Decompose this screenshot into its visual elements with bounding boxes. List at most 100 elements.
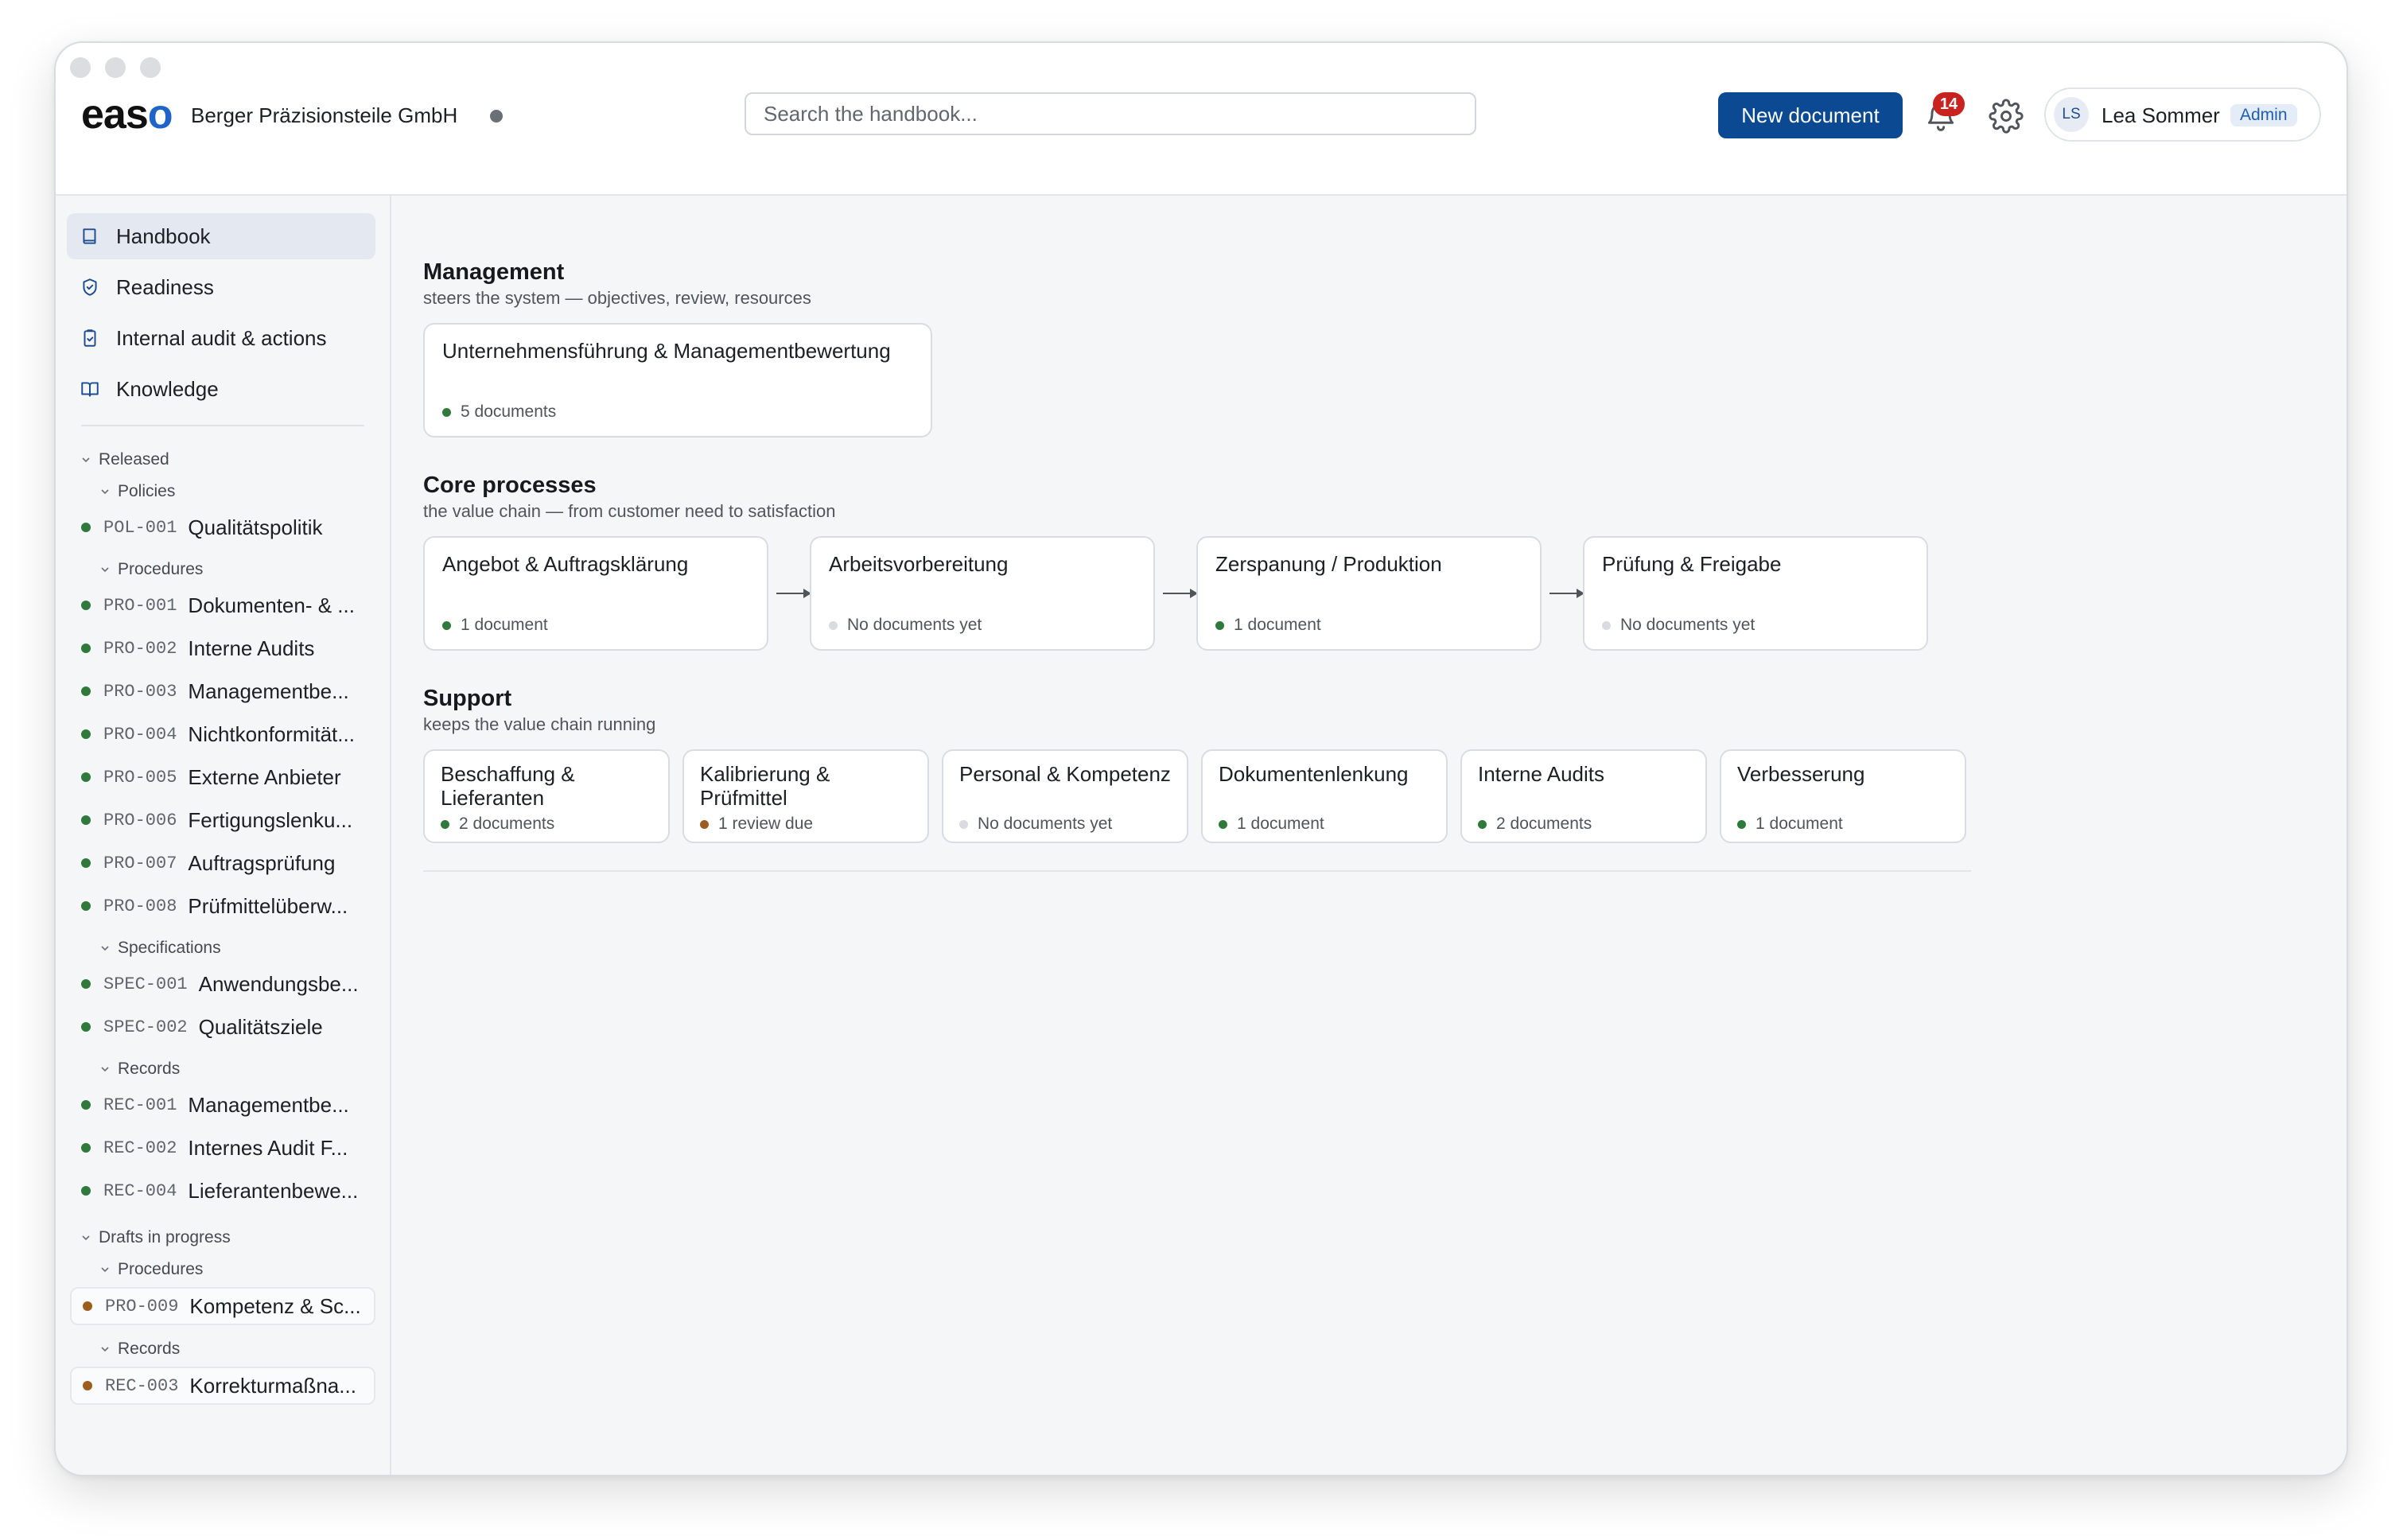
sidebar-item-readiness[interactable]: Readiness [67,264,375,310]
status-dot [700,819,709,829]
doc-item-rec-001[interactable]: REC-001 Managementbe... [70,1087,375,1123]
doc-item-spec-001[interactable]: SPEC-001 Anwendungsbe... [70,966,375,1002]
subgroup-policies[interactable]: Policies [100,482,175,501]
chevron-down-icon [82,1235,90,1241]
card-title: Interne Audits [1478,762,1604,786]
doc-code: SPEC-002 [103,1017,188,1037]
user-menu[interactable]: LS Lea Sommer Admin [2044,88,2321,142]
doc-item-pro-008[interactable]: PRO-008 Prüfmittelüberw... [70,888,375,924]
doc-code: PRO-007 [103,853,177,873]
doc-code: SPEC-001 [103,974,188,994]
process-card-core-2[interactable]: Arbeitsvorbereitung No documents yet [810,536,1155,651]
process-card-support-1[interactable]: Beschaffung & Lieferanten 2 documents [423,749,670,843]
doc-name: Kompetenz & Sc... [189,1293,361,1318]
sidebar-item-knowledge[interactable]: Knowledge [67,366,375,412]
process-card-support-2[interactable]: Kalibrierung & Prüfmittel 1 review due [682,749,929,843]
status-dot [1215,620,1224,630]
section-title-management: Management [423,259,565,285]
card-status: 5 documents [442,402,556,422]
minimize-window-button[interactable] [105,57,126,78]
zoom-window-button[interactable] [140,57,161,78]
subgroup-specifications[interactable]: Specifications [100,939,221,958]
card-title: Unternehmensführung & Managementbewertun… [442,339,891,363]
doc-code: REC-004 [103,1180,177,1201]
doc-code: REC-003 [105,1375,179,1396]
card-title: Kalibrierung & Prüfmittel [700,762,830,810]
card-status: 1 document [1219,815,1324,834]
subgroup-procedures[interactable]: Procedures [100,560,203,579]
new-document-button[interactable]: New document [1718,92,1903,138]
search-input[interactable] [746,94,1475,134]
gear-icon[interactable] [1989,99,2024,134]
doc-name: Korrekturmaßna... [189,1373,356,1398]
status-dot [441,819,449,829]
doc-item-rec-003[interactable]: REC-003 Korrekturmaßna... [70,1367,375,1405]
doc-name: Internes Audit F... [188,1135,348,1160]
section-divider [423,870,1971,872]
card-status: 1 document [1737,815,1843,834]
process-card-management[interactable]: Unternehmensführung & Managementbewertun… [423,323,932,438]
doc-item-pro-002[interactable]: PRO-002 Interne Audits [70,630,375,667]
status-dot [81,979,91,989]
card-status: 1 review due [700,815,813,834]
doc-item-pro-007[interactable]: PRO-007 Auftragsprüfung [70,845,375,881]
card-title: Personal & Kompetenz [959,762,1171,786]
top-bar: easo Berger Präzisionsteile GmbH New doc… [56,43,2347,196]
clipboard-check-icon [84,329,96,347]
process-card-core-4[interactable]: Prüfung & Freigabe No documents yet [1583,536,1928,651]
close-window-button[interactable] [70,57,91,78]
app-window: easo Berger Präzisionsteile GmbH New doc… [54,41,2348,1476]
doc-item-pol-001[interactable]: POL-001 Qualitätspolitik [70,509,375,546]
doc-item-rec-002[interactable]: REC-002 Internes Audit F... [70,1130,375,1166]
search-box[interactable] [745,92,1476,135]
chevron-down-icon [101,946,109,951]
status-dot [1478,819,1487,829]
sidebar: Handbook Readiness Internal audit & acti… [56,196,391,1475]
doc-item-rec-004[interactable]: REC-004 Lieferantenbewe... [70,1172,375,1209]
group-drafts[interactable]: Drafts in progress [81,1228,231,1247]
status-dot [81,686,91,696]
section-title-support: Support [423,686,512,711]
subgroup-draft-procedures[interactable]: Procedures [100,1260,203,1279]
doc-item-pro-004[interactable]: PRO-004 Nichtkonformität... [70,716,375,752]
process-card-core-3[interactable]: Zerspanung / Produktion 1 document [1196,536,1542,651]
sidebar-item-label: Internal audit & actions [116,325,327,350]
doc-item-pro-003[interactable]: PRO-003 Managementbe... [70,673,375,710]
subgroup-draft-records[interactable]: Records [100,1340,180,1359]
arrow-right-icon [776,589,811,598]
company-name: Berger Präzisionsteile GmbH [191,103,458,127]
user-name: Lea Sommer [2102,103,2220,127]
doc-name: Lieferantenbewe... [188,1178,359,1203]
doc-item-pro-005[interactable]: PRO-005 Externe Anbieter [70,759,375,795]
status-dot [1219,819,1227,829]
notification-count-badge: 14 [1933,92,1965,116]
doc-code: PRO-008 [103,896,177,916]
main-content: Management steers the system — objective… [391,196,2347,1475]
doc-item-spec-002[interactable]: SPEC-002 Qualitätsziele [70,1009,375,1045]
card-status-text: 2 documents [459,815,555,833]
chevron-down-icon [101,1347,109,1352]
sidebar-item-label: Handbook [116,224,211,248]
status-dot [81,523,91,532]
doc-item-pro-001[interactable]: PRO-001 Dokumenten- & ... [70,587,375,624]
card-title: Arbeitsvorbereitung [829,552,1009,576]
status-dot [81,1100,91,1110]
card-status: No documents yet [959,815,1112,834]
sidebar-item-internal-audit[interactable]: Internal audit & actions [67,315,375,361]
process-card-support-5[interactable]: Interne Audits 2 documents [1460,749,1707,843]
group-released[interactable]: Released [81,450,169,469]
process-card-support-4[interactable]: Dokumentenlenkung 1 document [1201,749,1448,843]
avatar: LS [2054,97,2089,132]
status-dot [81,1186,91,1196]
status-dot [442,620,451,630]
process-card-core-1[interactable]: Angebot & Auftragsklärung 1 document [423,536,768,651]
process-card-support-6[interactable]: Verbesserung 1 document [1720,749,1966,843]
doc-item-pro-009[interactable]: PRO-009 Kompetenz & Sc... [70,1287,375,1325]
sidebar-item-handbook[interactable]: Handbook [67,213,375,259]
subgroup-records[interactable]: Records [100,1060,180,1079]
process-card-support-3[interactable]: Personal & Kompetenz No documents yet [942,749,1188,843]
doc-name: Anwendungsbe... [198,971,359,996]
app-logo[interactable]: easo [81,91,173,138]
status-dot [81,601,91,610]
doc-item-pro-006[interactable]: PRO-006 Fertigungslenku... [70,802,375,838]
